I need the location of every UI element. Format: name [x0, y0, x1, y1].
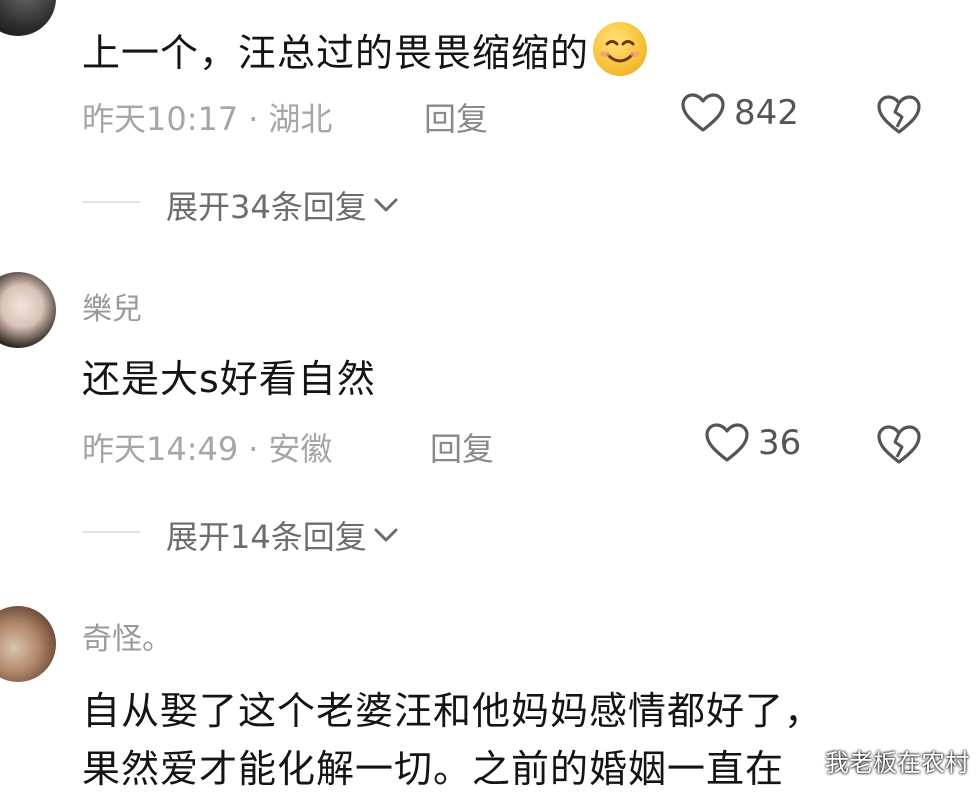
- expand-replies[interactable]: 展开14条回复: [166, 512, 399, 558]
- reply-button[interactable]: 回复: [430, 424, 494, 470]
- expand-replies-label: 展开34条回复: [166, 188, 367, 226]
- watermark: 我老板在农村: [825, 749, 969, 777]
- comment-meta: 昨天14:49 · 安徽: [82, 424, 332, 470]
- comment-location: 安徽: [268, 430, 333, 468]
- like-count: 36: [758, 423, 802, 463]
- heart-outline-icon: [705, 423, 749, 462]
- username[interactable]: 奇怪。: [82, 614, 172, 658]
- dislike-button[interactable]: [876, 94, 922, 140]
- username[interactable]: 樂兒: [82, 284, 142, 328]
- comment-text: 还是大s好看自然: [82, 357, 376, 401]
- like-count: 842: [734, 93, 799, 133]
- expand-replies-label: 展开14条回复: [166, 518, 367, 556]
- comment-text-line: 自从娶了这个老婆汪和他妈妈感情都好了，: [82, 689, 824, 733]
- divider: [82, 201, 140, 203]
- smiling-face-emoji-icon: [593, 22, 648, 76]
- avatar[interactable]: [0, 272, 56, 348]
- comment-location: 湖北: [268, 100, 333, 138]
- broken-heart-icon: [877, 425, 921, 464]
- avatar[interactable]: [0, 606, 56, 682]
- reply-button[interactable]: 回复: [424, 94, 488, 140]
- dislike-button[interactable]: [876, 424, 922, 470]
- chevron-down-icon: [374, 528, 398, 542]
- separator: ·: [248, 430, 259, 468]
- heart-outline-icon: [681, 93, 725, 132]
- separator: ·: [248, 100, 259, 138]
- comment-time: 昨天14:49: [82, 430, 239, 468]
- broken-heart-icon: [877, 95, 921, 134]
- comment-time: 昨天10:17: [82, 100, 239, 138]
- avatar[interactable]: [0, 0, 56, 36]
- comment-text-line: 果然爱才能化解一切。之前的婚姻一直在: [82, 747, 785, 791]
- like-button[interactable]: 36: [704, 422, 801, 464]
- comment-meta: 昨天10:17 · 湖北: [82, 94, 332, 140]
- like-button[interactable]: 842: [680, 92, 799, 134]
- expand-replies[interactable]: 展开34条回复: [166, 182, 399, 228]
- chevron-down-icon: [374, 198, 398, 212]
- divider: [82, 531, 140, 533]
- comment-text: 上一个，汪总过的畏畏缩缩的: [82, 22, 648, 77]
